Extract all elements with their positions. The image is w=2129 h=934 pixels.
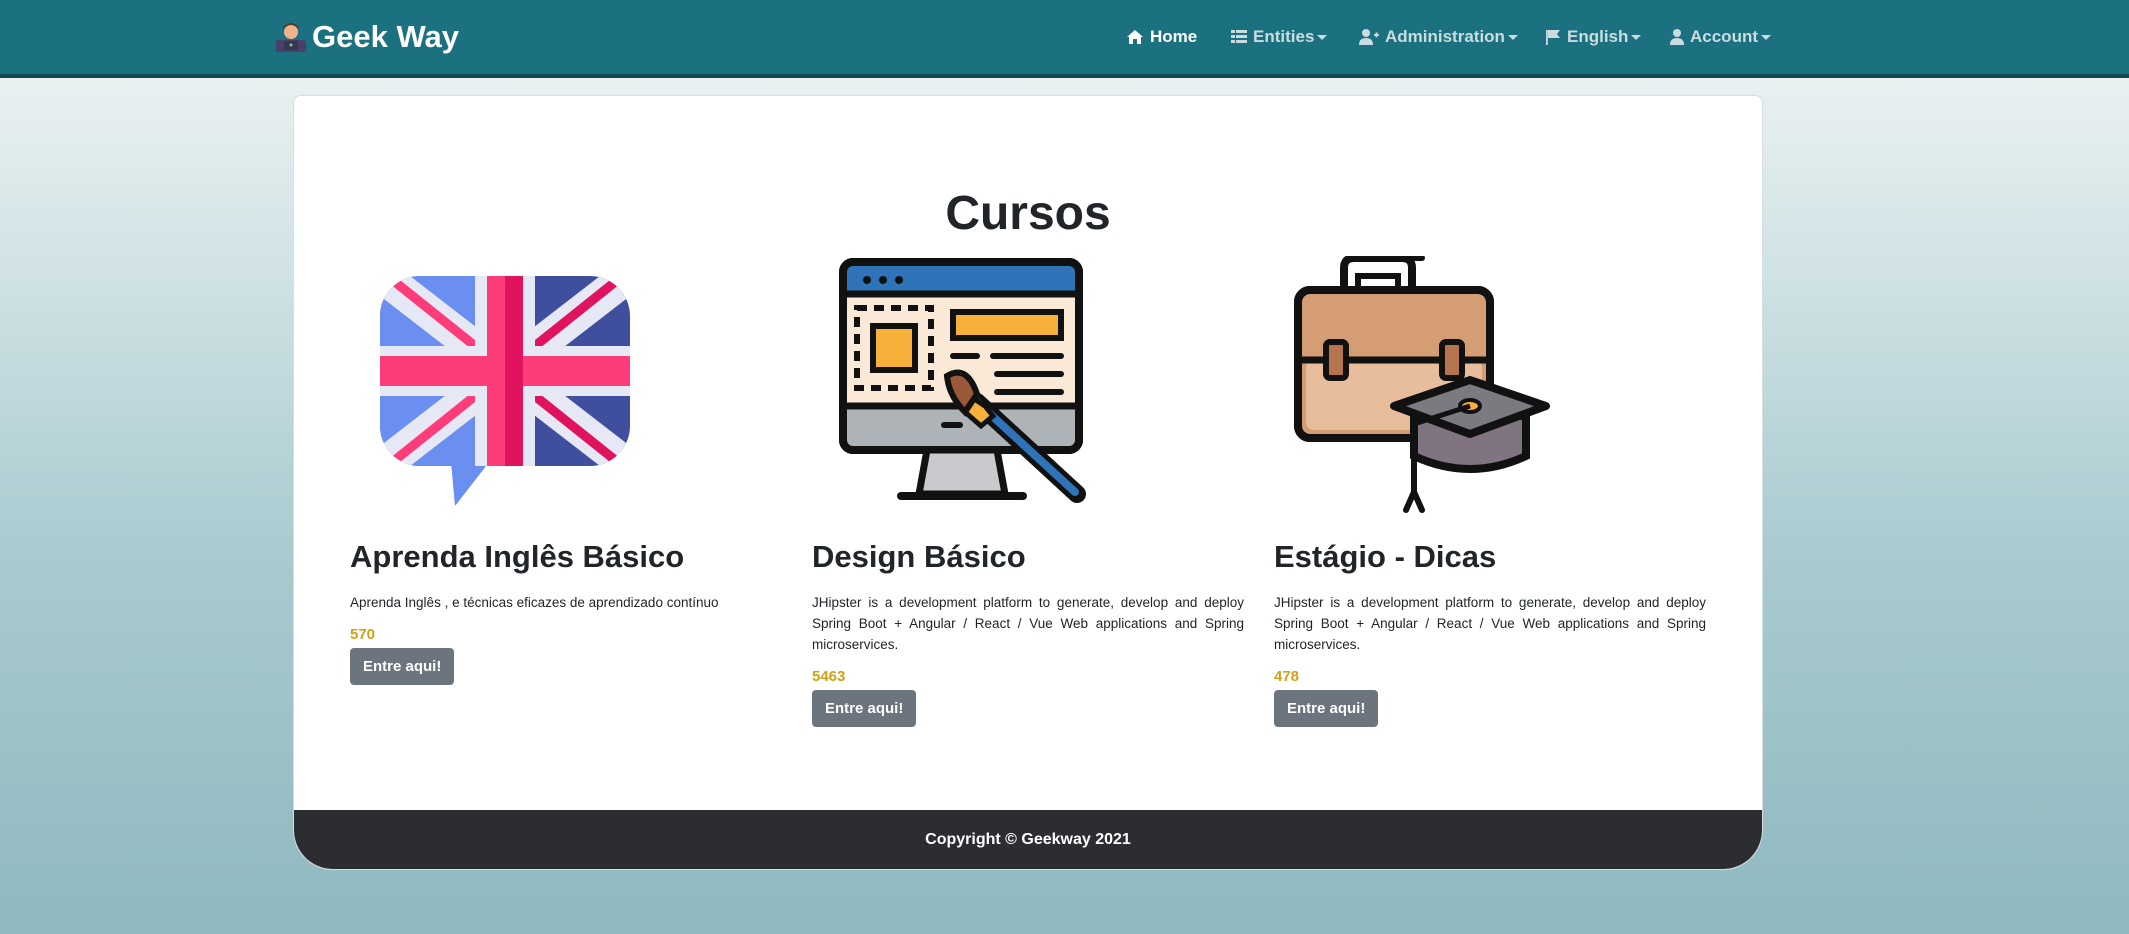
developer-logo-icon — [276, 23, 306, 52]
main-card: Cursos Aprenda Inglês Básico Aprenda Ing… — [293, 95, 1763, 870]
course-description: JHipster is a development platform to ge… — [1274, 595, 1706, 652]
chevron-down-icon — [1631, 34, 1642, 40]
navbar: Geek Way Home Entities Administration En… — [0, 0, 2129, 78]
user-icon — [1670, 29, 1684, 45]
briefcase-graduation-cap-icon — [1294, 256, 1550, 513]
course-title: Aprenda Inglês Básico — [350, 539, 685, 574]
web-design-monitor-icon — [839, 258, 1086, 503]
chevron-down-icon — [1761, 34, 1771, 40]
brand-link[interactable]: Geek Way — [274, 15, 459, 59]
course-title: Estágio - Dicas — [1274, 539, 1497, 574]
course-count: 570 — [350, 626, 376, 643]
table-list-icon — [1231, 30, 1247, 43]
footer: Copyright © Geekway 2021 — [294, 810, 1762, 869]
brand-name: Geek Way — [312, 19, 460, 54]
chevron-down-icon — [1507, 34, 1518, 40]
nav-language[interactable]: English — [1545, 22, 1642, 52]
nav-administration-label: Administration — [1385, 27, 1505, 46]
nav-entities[interactable]: Entities — [1231, 22, 1328, 52]
nav-home-label: Home — [1150, 27, 1198, 46]
flag-icon — [1546, 30, 1560, 45]
nav-entities-label: Entities — [1253, 27, 1315, 46]
enter-course-button[interactable]: Entre aqui! — [1274, 690, 1379, 727]
course-description: JHipster is a development platform to ge… — [812, 595, 1244, 652]
user-plus-icon — [1359, 29, 1379, 45]
course-description: Aprenda Inglês , e técnicas eficazes de … — [350, 595, 719, 610]
enter-course-button[interactable]: Entre aqui! — [350, 648, 455, 685]
copyright-text: Copyright © Geekway 2021 — [925, 830, 1131, 848]
page-title: Cursos — [945, 187, 1111, 240]
nav-home[interactable]: Home — [1126, 22, 1197, 52]
course-title: Design Básico — [812, 539, 1026, 574]
course-count: 478 — [1274, 668, 1300, 685]
nav-administration[interactable]: Administration — [1359, 22, 1518, 52]
chevron-down-icon — [1317, 34, 1328, 40]
course-count: 5463 — [812, 668, 846, 685]
nav-language-label: English — [1567, 27, 1629, 46]
nav-account[interactable]: Account — [1670, 22, 1771, 52]
uk-flag-speech-bubble-icon — [380, 276, 630, 506]
home-icon — [1127, 30, 1143, 44]
enter-course-button[interactable]: Entre aqui! — [812, 690, 917, 727]
nav-account-label: Account — [1690, 27, 1758, 46]
